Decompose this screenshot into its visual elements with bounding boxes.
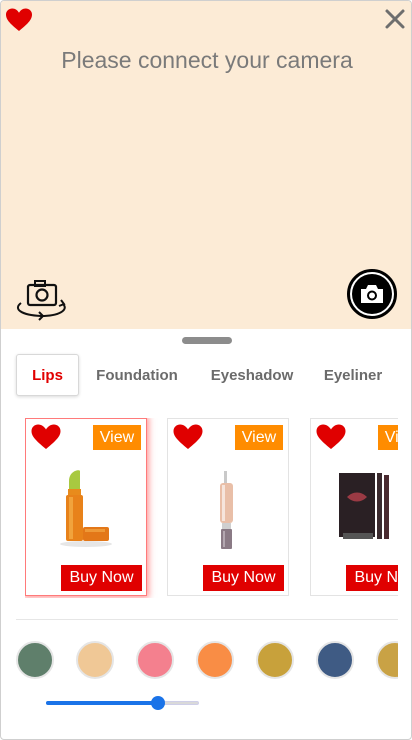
camera-flip-icon[interactable] — [11, 279, 71, 321]
heart-icon[interactable] — [315, 423, 347, 451]
buy-now-button[interactable]: Buy Now — [346, 565, 398, 591]
capture-button-inner — [352, 274, 392, 314]
tab-eyeliner[interactable]: Eyeliner — [318, 354, 388, 396]
slider-thumb[interactable] — [151, 696, 165, 710]
buy-now-button[interactable]: Buy Now — [61, 565, 142, 591]
close-icon[interactable] — [383, 7, 407, 31]
drawer-handle[interactable] — [182, 337, 232, 344]
shade-swatch[interactable] — [316, 641, 354, 679]
shade-swatch[interactable] — [16, 641, 54, 679]
shade-swatch[interactable] — [196, 641, 234, 679]
virtual-tryon-panel: Please connect your camera Lips Foundati… — [0, 0, 412, 740]
capture-button[interactable] — [347, 269, 397, 319]
slider-fill — [46, 701, 158, 705]
category-tabs: Lips Foundation Eyeshadow Eyeliner — [16, 354, 398, 396]
intensity-slider[interactable] — [46, 695, 199, 711]
lipstick-icon — [60, 470, 112, 547]
product-card[interactable]: View Buy Now — [167, 418, 289, 596]
view-button[interactable]: View — [378, 425, 398, 450]
tab-eyeshadow[interactable]: Eyeshadow — [202, 354, 302, 396]
shade-swatch[interactable] — [136, 641, 174, 679]
product-card[interactable]: View Buy Now — [310, 418, 398, 596]
lip-gloss-icon — [220, 471, 233, 549]
camera-message: Please connect your camera — [61, 47, 353, 73]
section-divider — [16, 619, 398, 620]
tab-lips[interactable]: Lips — [16, 354, 79, 396]
shade-swatch[interactable] — [256, 641, 294, 679]
view-button[interactable]: View — [235, 425, 283, 450]
heart-icon[interactable] — [5, 7, 33, 33]
camera-preview: Please connect your camera — [1, 1, 411, 329]
heart-icon[interactable] — [30, 423, 62, 451]
shade-swatch[interactable] — [76, 641, 114, 679]
view-button[interactable]: View — [93, 425, 141, 450]
product-carousel: View Buy Now View Buy Now Vi Buy N — [25, 418, 398, 598]
camera-icon — [361, 285, 383, 303]
buy-now-button[interactable]: Buy Now — [203, 565, 284, 591]
product-card[interactable]: View Buy Now — [25, 418, 147, 596]
tab-foundation[interactable]: Foundation — [90, 354, 184, 396]
lip-kit-icon — [339, 473, 389, 539]
shade-swatch[interactable] — [376, 641, 398, 679]
shade-swatches — [16, 641, 398, 679]
heart-icon[interactable] — [172, 423, 204, 451]
